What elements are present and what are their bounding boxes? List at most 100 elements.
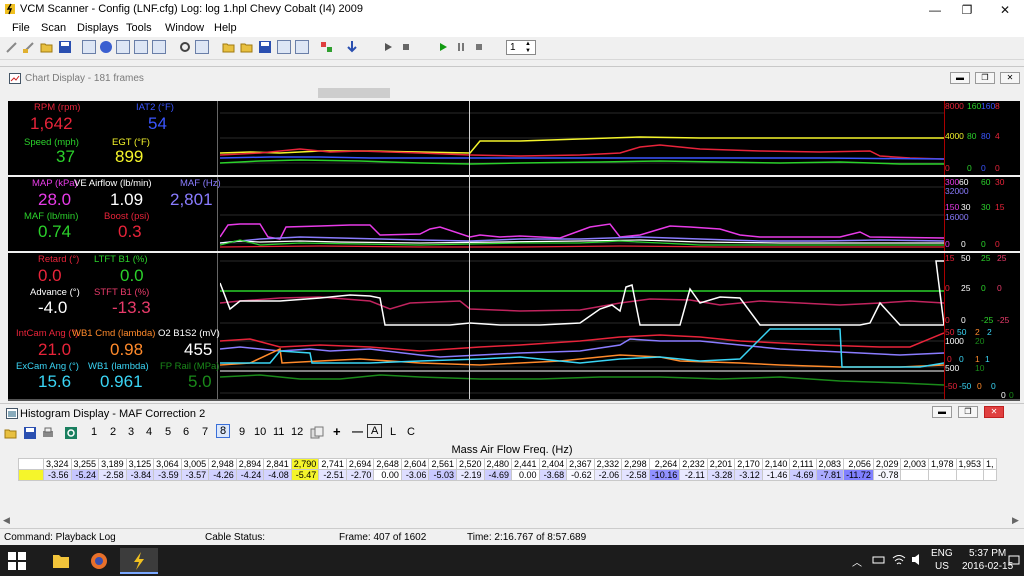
table-cell[interactable]: -11.72 (843, 469, 874, 481)
vcm-scanner-taskbar-button[interactable] (120, 548, 158, 574)
pencil-open-icon[interactable] (22, 40, 36, 54)
hist-table-button-1[interactable]: 1 (91, 426, 97, 438)
document-icon[interactable] (277, 40, 291, 54)
hist-print-icon[interactable] (41, 426, 55, 440)
windows-start-icon[interactable] (8, 552, 26, 570)
globe-icon[interactable] (99, 40, 113, 54)
open-folder-icon[interactable] (40, 40, 54, 54)
table-cell[interactable]: 0.00 (373, 469, 402, 481)
firefox-icon[interactable] (80, 548, 118, 574)
copy-icon[interactable] (295, 40, 309, 54)
histogram-close-button[interactable]: ✕ (984, 406, 1004, 418)
menu-file[interactable]: File (12, 22, 30, 34)
playback-cursor-line[interactable] (469, 101, 470, 401)
histogram-scrollbar[interactable]: ◀ ▶ (0, 515, 1024, 528)
table-cell[interactable] (955, 469, 985, 481)
hist-refresh-icon[interactable] (64, 426, 78, 440)
menu-tools[interactable]: Tools (126, 22, 152, 34)
notifications-icon[interactable] (1008, 554, 1020, 566)
table-cell[interactable]: -2.58 (98, 469, 127, 481)
table-cell[interactable]: -5.03 (428, 469, 457, 481)
hist-table-button-3[interactable]: 3 (128, 426, 134, 438)
table-cell[interactable]: -3.68 (538, 469, 568, 481)
hist-average-button[interactable]: A (367, 424, 383, 438)
chart-icon[interactable] (152, 40, 166, 54)
playback-stop-icon[interactable] (472, 40, 486, 54)
hist-table-button-12[interactable]: 12 (291, 426, 303, 438)
menu-window[interactable]: Window (165, 22, 204, 34)
table-view-icon[interactable] (82, 40, 96, 54)
table-cell[interactable]: -4.26 (208, 469, 237, 481)
save-icon[interactable] (58, 40, 72, 54)
list-icon[interactable] (134, 40, 148, 54)
compare-icon[interactable] (320, 40, 334, 54)
maximize-button[interactable]: ❐ (950, 0, 984, 20)
table-cell[interactable]: -10.16 (648, 469, 681, 481)
pause-icon[interactable] (454, 40, 468, 54)
wifi-icon[interactable] (892, 553, 906, 566)
table-cell[interactable]: -2.11 (679, 469, 708, 481)
hist-copy-icon[interactable] (310, 426, 324, 440)
table-cell[interactable]: -3.12 (734, 469, 763, 481)
menu-help[interactable]: Help (214, 22, 237, 34)
table-cell[interactable] (900, 469, 929, 481)
region-code[interactable]: US (935, 561, 949, 572)
clock-time[interactable]: 5:37 PM (969, 548, 1006, 559)
table-cell[interactable] (983, 469, 997, 481)
histogram-restore-button[interactable]: ❐ (958, 406, 978, 418)
menu-scan[interactable]: Scan (41, 22, 66, 34)
scroll-left-icon[interactable]: ◀ (3, 515, 10, 526)
hist-table-button-7[interactable]: 7 (202, 426, 208, 438)
hist-table-button-2[interactable]: 2 (110, 426, 116, 438)
table-cell[interactable]: -2.70 (345, 469, 375, 481)
close-button[interactable]: ✕ (988, 0, 1022, 20)
hist-table-button-5[interactable]: 5 (165, 426, 171, 438)
hist-subtract-button[interactable]: — (352, 426, 363, 438)
table-cell[interactable]: -1.46 (761, 469, 791, 481)
window-icon[interactable] (195, 40, 209, 54)
table-cell[interactable]: -2.58 (621, 469, 650, 481)
hist-table-button-10[interactable]: 10 (254, 426, 266, 438)
table-cell[interactable]: -3.56 (43, 469, 72, 481)
hist-open-icon[interactable] (4, 426, 18, 440)
table-cell[interactable]: -3.84 (125, 469, 155, 481)
chart-close-button[interactable]: ✕ (1000, 72, 1020, 84)
open-file-icon[interactable] (240, 40, 254, 54)
table-cell[interactable]: -4.24 (235, 469, 265, 481)
spinner-arrows-icon[interactable]: ▲ ▼ (525, 41, 531, 55)
frame-step-spinner[interactable]: 1 ▲ ▼ (506, 40, 536, 55)
scroll-right-icon[interactable]: ▶ (1012, 515, 1019, 526)
pencil-icon[interactable] (5, 40, 19, 54)
table-cell[interactable]: -0.62 (566, 469, 595, 481)
table-cell[interactable]: -0.78 (872, 469, 902, 481)
clock-date[interactable]: 2016-02-15 (962, 561, 1013, 572)
hist-table-button-8[interactable]: 8 (216, 424, 231, 438)
histogram-minimize-button[interactable]: ▬ (932, 406, 952, 418)
connect-icon[interactable] (345, 40, 359, 54)
hist-table-button-6[interactable]: 6 (183, 426, 189, 438)
hist-clear-button[interactable]: C (407, 426, 415, 438)
save-log-icon[interactable] (258, 40, 272, 54)
stop-icon[interactable] (399, 40, 413, 54)
play-icon[interactable] (381, 40, 395, 54)
table-cell[interactable]: -3.06 (400, 469, 430, 481)
table-cell[interactable]: -2.51 (318, 469, 347, 481)
menu-displays[interactable]: Displays (77, 22, 119, 34)
table-cell[interactable]: -4.69 (789, 469, 817, 481)
volume-icon[interactable] (911, 553, 925, 566)
table-cell[interactable]: -4.69 (483, 469, 513, 481)
hist-table-button-11[interactable]: 11 (273, 426, 284, 438)
hist-table-button-9[interactable]: 9 (239, 426, 245, 438)
language-code[interactable]: ENG (931, 548, 953, 559)
hist-save-icon[interactable] (23, 426, 37, 440)
grid-icon[interactable] (116, 40, 130, 54)
hist-table-button-4[interactable]: 4 (146, 426, 152, 438)
hist-lock-button[interactable]: L (390, 426, 396, 438)
battery-icon[interactable] (872, 554, 886, 566)
chart-scroll-thumb[interactable] (318, 88, 390, 98)
playback-play-icon[interactable] (436, 40, 450, 54)
table-cell[interactable]: -2.19 (455, 469, 485, 481)
open-log-icon[interactable] (222, 40, 236, 54)
table-cell[interactable]: 0.00 (511, 469, 540, 481)
tray-chevron-icon[interactable]: ︿ (852, 554, 862, 569)
